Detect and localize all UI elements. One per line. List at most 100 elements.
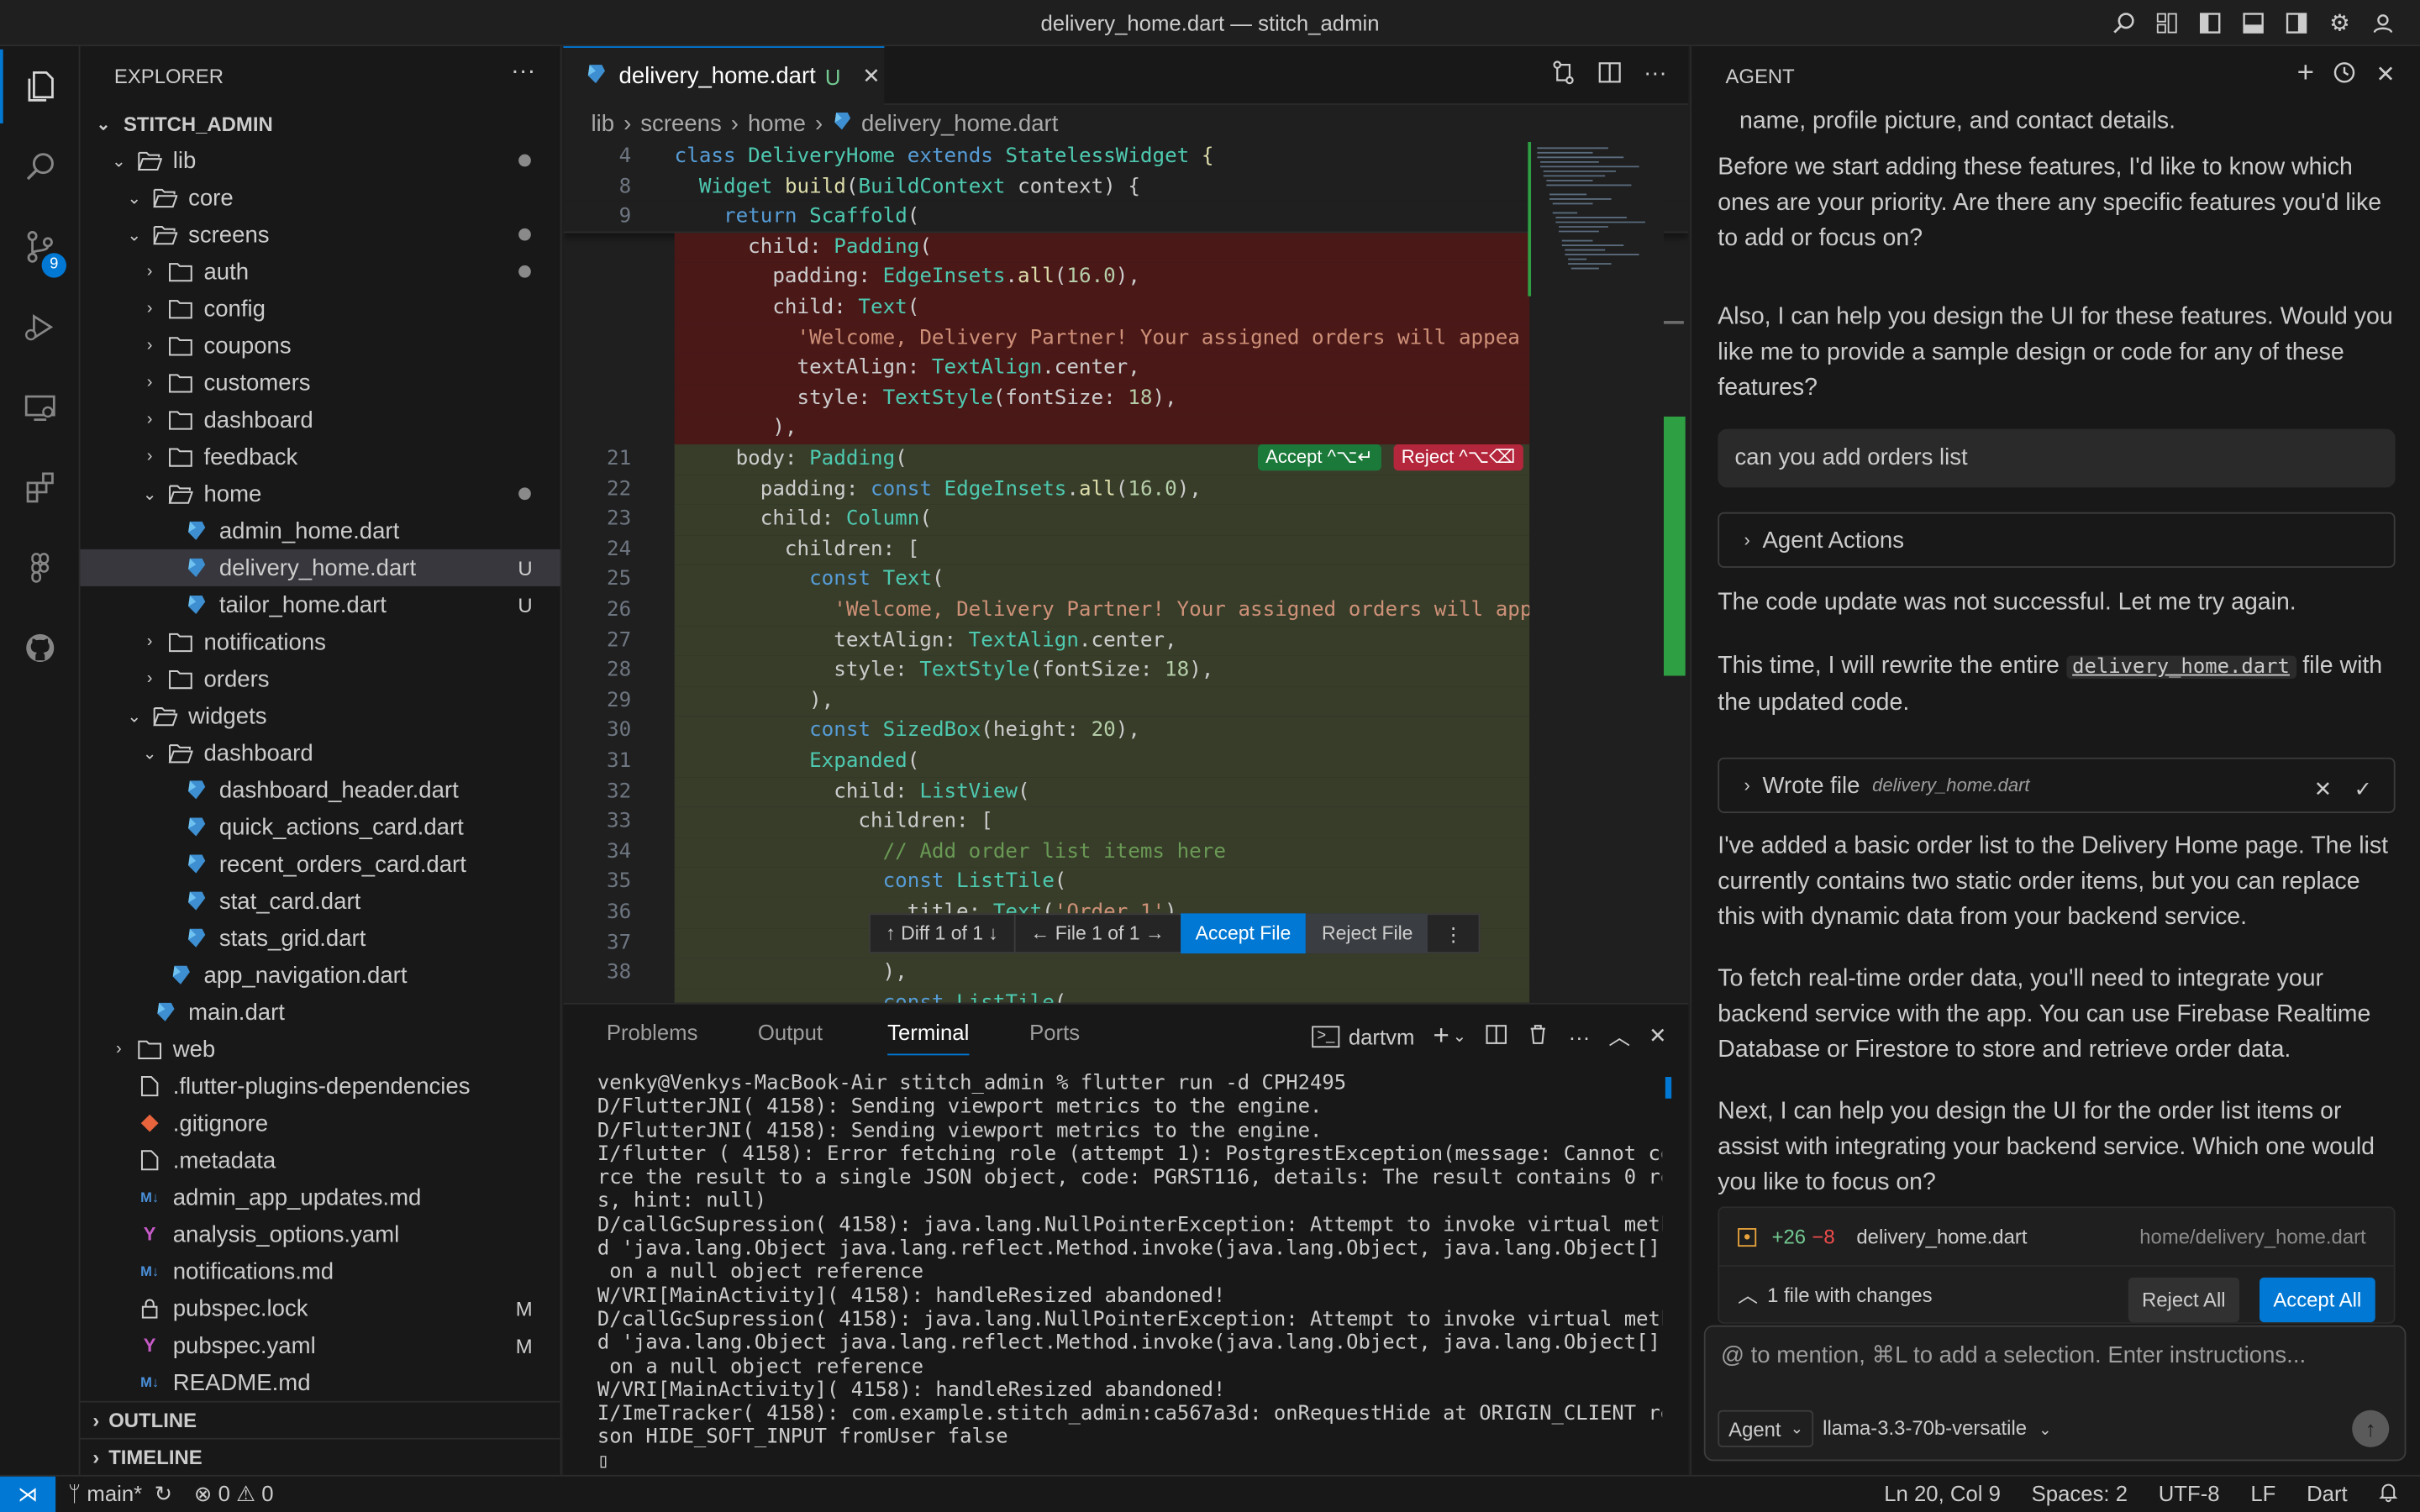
tree-folder[interactable]: › orders — [81, 660, 560, 697]
language-mode[interactable]: Dart — [2307, 1481, 2348, 1507]
history-icon[interactable] — [2333, 60, 2357, 92]
tree-folder[interactable]: › auth — [81, 253, 560, 290]
maximize-panel-icon[interactable]: ︿ — [1608, 1021, 1630, 1052]
tab-ports[interactable]: Ports — [1029, 1020, 1080, 1044]
tab-delivery-home[interactable]: delivery_home.dart U ✕ — [563, 46, 885, 105]
encoding[interactable]: UTF-8 — [2159, 1481, 2220, 1507]
code-editor[interactable]: 4 class DeliveryHome extends StatelessWid… — [563, 142, 1689, 1003]
agent-actions-toggle[interactable]: › Agent Actions — [1718, 512, 2396, 568]
tree-folder[interactable]: › web — [81, 1031, 560, 1068]
more-actions-icon[interactable]: ··· — [511, 59, 535, 87]
accept-file-button[interactable]: Accept File — [1180, 913, 1307, 954]
breadcrumb-screens[interactable]: screens — [640, 110, 721, 136]
outline-section[interactable]: › OUTLINE — [80, 1400, 560, 1438]
reject-file-icon[interactable]: ✕ — [2314, 771, 2333, 806]
send-button[interactable]: ↑ — [2352, 1410, 2390, 1447]
tree-folder[interactable]: › coupons — [81, 327, 560, 364]
agent-mode-select[interactable]: Agent ⌄ — [1718, 1410, 1814, 1447]
end-of-line[interactable]: LF — [2250, 1481, 2275, 1507]
tree-folder[interactable]: › customers — [81, 364, 560, 401]
reject-all-button[interactable]: Reject All — [2128, 1277, 2240, 1323]
tree-file[interactable]: pubspec.lock M — [81, 1290, 560, 1327]
layout-customize-icon[interactable] — [2151, 8, 2182, 39]
tree-file[interactable]: Ypubspec.yaml M — [81, 1327, 560, 1364]
accept-file-icon[interactable]: ✓ — [2354, 771, 2373, 806]
minimap[interactable] — [1528, 141, 1665, 1003]
bell-icon[interactable] — [2378, 1481, 2398, 1507]
branch-indicator[interactable]: ᛘ main* ↻ — [68, 1481, 172, 1507]
run-debug-icon[interactable] — [0, 290, 81, 364]
breadcrumb-home[interactable]: home — [748, 110, 806, 136]
tree-file[interactable]: app_navigation.dart — [81, 957, 560, 994]
accept-change-button[interactable]: Accept ^⌥↵ — [1257, 444, 1381, 471]
tab-output[interactable]: Output — [758, 1020, 823, 1044]
tree-folder[interactable]: ⌄ widgets — [81, 697, 560, 734]
close-panel-icon[interactable]: ✕ — [1649, 1023, 1667, 1049]
model-select[interactable]: llama-3.3-70b-versatile ⌄ — [1823, 1416, 2051, 1440]
account-icon[interactable] — [2368, 8, 2399, 39]
breadcrumb-lib[interactable]: lib — [591, 110, 614, 136]
split-editor-icon[interactable] — [1597, 60, 1622, 92]
tree-file[interactable]: .metadata — [81, 1142, 560, 1179]
agent-instructions-input[interactable] — [1720, 1341, 2385, 1369]
diff-more-button[interactable]: ⋮ — [1428, 913, 1479, 953]
reject-change-button[interactable]: Reject ^⌥⌫ — [1393, 444, 1523, 471]
timeline-section[interactable]: › TIMELINE — [80, 1437, 560, 1475]
search-icon[interactable] — [2108, 8, 2139, 39]
tree-file[interactable]: M↓ admin_app_updates.md — [81, 1179, 560, 1215]
tree-file[interactable]: stat_card.dart — [81, 883, 560, 920]
tree-file[interactable]: M↓ README.md — [81, 1364, 560, 1401]
tree-folder[interactable]: › feedback — [81, 438, 560, 475]
tree-folder[interactable]: ⌄ core — [81, 179, 560, 216]
more-actions-icon[interactable]: ··· — [1644, 60, 1667, 92]
toggle-secondary-sidebar-icon[interactable] — [2281, 8, 2312, 39]
tree-file[interactable]: quick_actions_card.dart — [81, 808, 560, 845]
tree-file[interactable]: tailor_home.dart U — [81, 586, 560, 623]
wrote-file-toggle[interactable]: › Wrote file delivery_home.dart ✕ ✓ — [1718, 757, 2396, 813]
diff-nav[interactable]: ↑ Diff 1 of 1 ↓ — [871, 913, 1013, 953]
terminal-output[interactable]: venky@Venkys-MacBook-Air stitch_admin % … — [597, 1073, 1662, 1474]
new-terminal-icon[interactable]: + — [1433, 1020, 1449, 1053]
indentation[interactable]: Spaces: 2 — [2032, 1481, 2128, 1507]
extensions-icon[interactable] — [0, 450, 81, 524]
toggle-panel-icon[interactable] — [2238, 8, 2269, 39]
github-icon[interactable] — [0, 611, 81, 685]
accept-all-button[interactable]: Accept All — [2259, 1277, 2375, 1323]
trash-icon[interactable] — [1527, 1022, 1550, 1050]
tab-terminal[interactable]: Terminal — [887, 1020, 970, 1056]
problems-indicator[interactable]: ⊗ 0 ⚠ 0 — [194, 1481, 274, 1507]
toggle-primary-sidebar-icon[interactable] — [2195, 8, 2226, 39]
tree-folder[interactable]: › config — [81, 290, 560, 327]
chevron-down-icon[interactable]: ⌄ — [1452, 1026, 1466, 1046]
search-view-icon[interactable] — [0, 129, 81, 203]
more-actions-icon[interactable]: ··· — [1569, 1024, 1591, 1048]
tree-file[interactable]: stats_grid.dart — [81, 920, 560, 957]
tree-file[interactable]: Yanalysis_options.yaml — [81, 1215, 560, 1252]
cursor-position[interactable]: Ln 20, Col 9 — [1884, 1481, 2001, 1507]
file-nav[interactable]: ← File 1 of 1 → — [1013, 913, 1180, 954]
tree-file[interactable]: admin_home.dart — [81, 512, 560, 549]
tree-folder[interactable]: › notifications — [81, 623, 560, 660]
remote-explorer-icon[interactable] — [0, 370, 81, 444]
tree-folder[interactable]: › dashboard — [81, 402, 560, 438]
close-icon[interactable]: ✕ — [2376, 60, 2396, 92]
changed-file-row[interactable]: ● +26 −8 delivery_home.dart home/deliver… — [1719, 1208, 2394, 1267]
source-control-icon[interactable]: 9 — [0, 210, 81, 284]
remote-icon[interactable]: ⋊ — [0, 1476, 56, 1512]
reject-file-button[interactable]: Reject File — [1306, 913, 1428, 954]
explorer-icon[interactable] — [0, 49, 81, 123]
terminal-shell-name[interactable]: dartvm — [1349, 1024, 1415, 1048]
breadcrumb-file[interactable]: delivery_home.dart — [861, 110, 1058, 136]
new-chat-icon[interactable]: + — [2297, 59, 2314, 92]
tree-file[interactable]: M↓ notifications.md — [81, 1252, 560, 1289]
gear-icon[interactable]: ⚙ — [2324, 8, 2355, 39]
tree-folder[interactable]: ⌄ screens — [81, 216, 560, 253]
tree-folder[interactable]: ⌄ dashboard — [81, 734, 560, 771]
explorer-root[interactable]: ⌄ STITCH_ADMIN — [81, 105, 560, 142]
split-terminal-icon[interactable] — [1485, 1022, 1508, 1050]
chevron-up-icon[interactable]: ︿ — [1738, 1277, 1758, 1312]
tree-file[interactable]: dashboard_header.dart — [81, 771, 560, 808]
close-icon[interactable]: ✕ — [862, 63, 881, 89]
tree-file[interactable]: .flutter-plugins-dependencies — [81, 1068, 560, 1105]
tree-file[interactable]: main.dart — [81, 994, 560, 1031]
